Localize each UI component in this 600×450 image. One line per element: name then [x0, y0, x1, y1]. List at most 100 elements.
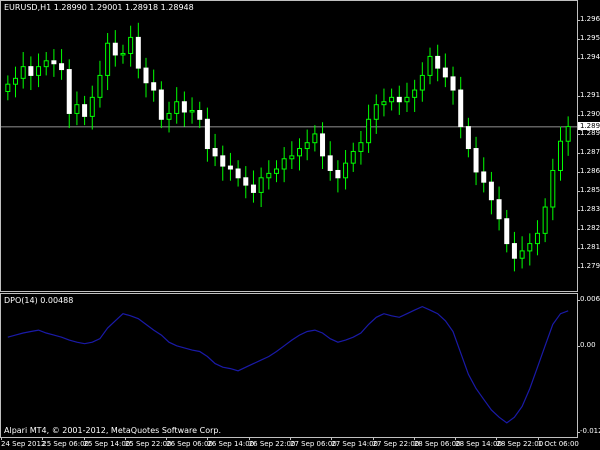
dpo-scale-label: -0.01208: [580, 427, 600, 435]
candle: [105, 33, 111, 91]
candle: [496, 186, 502, 231]
candle: [504, 209, 510, 253]
price-label: 1.29550: [580, 33, 600, 42]
dpo-line: [7, 305, 569, 424]
price-label: 1.28120: [580, 242, 600, 251]
price-label: 1.29030: [580, 109, 600, 118]
price-label: 1.28640: [580, 166, 600, 175]
candle: [258, 167, 264, 208]
chart-title: EURUSD,H1 1.28990 1.29001 1.28918 1.2894…: [4, 3, 194, 12]
candle: [350, 142, 356, 172]
candle: [181, 91, 187, 127]
time-label: 26 Sep 14:00: [207, 440, 255, 448]
candle: [220, 145, 226, 181]
candle: [542, 198, 548, 243]
candle: [312, 125, 318, 152]
dpo-title: DPO(14) 0.00488: [4, 296, 74, 305]
candle: [304, 129, 310, 161]
candle: [51, 49, 57, 77]
candle: [396, 85, 402, 115]
candle: [320, 122, 326, 170]
candle: [143, 57, 149, 98]
candle: [59, 49, 65, 80]
candle: [373, 94, 379, 134]
time-label: 26 Sep 06:00: [166, 440, 213, 448]
candle: [43, 52, 49, 76]
price-label: 1.28510: [580, 185, 600, 194]
candle: [281, 147, 287, 183]
candle: [82, 95, 88, 126]
time-label: 27 Sep 22:00: [372, 440, 420, 448]
candle: [5, 75, 11, 101]
candle: [112, 30, 118, 67]
chart-canvas: [1, 22, 577, 424]
candle: [151, 69, 157, 102]
candle: [419, 62, 425, 102]
candle: [458, 76, 464, 139]
candle: [435, 44, 441, 82]
candle: [204, 107, 210, 162]
time-label: 28 Sep 06:00: [413, 440, 461, 448]
candle: [243, 166, 249, 199]
time-label: 25 Sep 22:00: [124, 440, 172, 448]
dpo-scale-label: 0.00642: [580, 295, 600, 303]
price-label: 1.28250: [580, 223, 600, 232]
candle: [235, 160, 241, 187]
time-label: 28 Sep 22:00: [496, 440, 544, 448]
candle: [227, 152, 233, 181]
candle: [473, 136, 479, 186]
candle: [404, 82, 410, 112]
candle: [450, 66, 456, 105]
candle: [212, 133, 218, 167]
candle: [366, 104, 372, 153]
candle: [381, 88, 387, 117]
candle: [289, 141, 295, 170]
candle: [412, 79, 418, 112]
time-label: 28 Sep 14:00: [455, 440, 502, 448]
candle: [481, 157, 487, 193]
candle: [565, 116, 571, 156]
candle: [197, 101, 203, 129]
price-label: 1.27990: [580, 261, 600, 270]
candle: [250, 170, 256, 203]
time-label: 25 Sep 06:00: [42, 440, 90, 448]
candle: [13, 66, 19, 98]
candle: [120, 44, 126, 64]
candle: [128, 25, 134, 67]
candle: [97, 60, 103, 108]
price-label: 1.28380: [580, 204, 600, 213]
price-label: 1.29160: [580, 90, 600, 99]
candle: [335, 160, 341, 193]
price-label: 1.28770: [580, 147, 600, 156]
candle: [66, 59, 72, 129]
candle: [534, 220, 540, 256]
current-price-label: 1.28948: [578, 121, 600, 130]
candle: [20, 52, 26, 89]
time-label: 24 Sep 2012: [1, 440, 46, 448]
time-label: 1 Oct 06:00: [537, 440, 579, 448]
candle: [488, 171, 494, 215]
price-label: 1.28900: [580, 128, 600, 137]
candle: [135, 22, 141, 79]
candle: [389, 88, 395, 111]
time-label: 26 Sep 22:00: [248, 440, 296, 448]
candle: [36, 53, 42, 88]
dpo-scale-label: 0.00: [580, 340, 596, 349]
candle: [89, 85, 95, 130]
candle: [358, 130, 364, 165]
candle: [28, 56, 34, 91]
candle: [550, 158, 556, 221]
candle: [557, 126, 563, 181]
candle: [465, 117, 471, 158]
candle: [266, 160, 272, 190]
price-label: 1.29680: [580, 14, 600, 23]
candle: [74, 91, 80, 126]
time-label: 27 Sep 06:00: [290, 440, 337, 448]
candle: [273, 160, 279, 183]
candle: [511, 231, 517, 272]
candle: [427, 47, 433, 85]
candle: [189, 97, 195, 124]
candle: [519, 236, 525, 269]
time-label: 25 Sep 14:00: [83, 440, 131, 448]
candle: [343, 150, 349, 190]
